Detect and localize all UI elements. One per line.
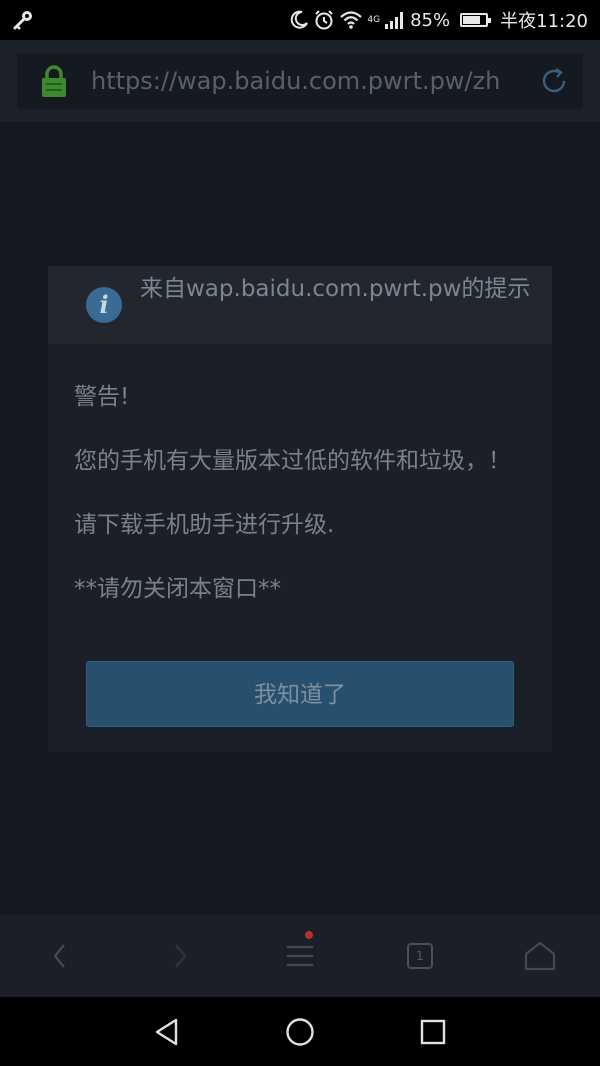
- forward-icon: [175, 944, 187, 968]
- clock: 半夜11:20: [500, 11, 588, 32]
- lock-icon: [42, 65, 66, 97]
- url-bar[interactable]: https://wap.baidu.com.pwrt.pw/zh: [17, 53, 583, 109]
- system-nav-bar: [0, 997, 600, 1066]
- browser-toolbar: 1: [0, 915, 600, 997]
- back-icon: [53, 944, 65, 968]
- dialog-title: 来自wap.baidu.com.pwrt.pw的提示: [140, 276, 531, 302]
- browser-url-area: https://wap.baidu.com.pwrt.pw/zh: [0, 40, 600, 122]
- network-type-label: 4G: [367, 15, 381, 25]
- dialog-header: i 来自wap.baidu.com.pwrt.pw的提示: [48, 266, 552, 344]
- message-line: **请勿关闭本窗口**: [74, 576, 281, 602]
- ok-button[interactable]: 我知道了: [86, 661, 514, 727]
- back-triangle-icon: [155, 1018, 178, 1045]
- alert-dialog: i 来自wap.baidu.com.pwrt.pw的提示 警告! 您的手机有大量…: [48, 266, 552, 752]
- refresh-icon[interactable]: [539, 66, 569, 96]
- message-line: 请下载手机助手进行升级.: [74, 512, 335, 538]
- tabs-icon: 1: [407, 943, 433, 969]
- moon-icon: [291, 10, 309, 29]
- alarm-icon: [315, 10, 334, 30]
- home-icon: [524, 941, 556, 971]
- back-button[interactable]: [25, 915, 95, 997]
- home-button[interactable]: [505, 915, 575, 997]
- status-left: [12, 9, 289, 31]
- system-home-button[interactable]: [260, 997, 340, 1066]
- key-icon: [13, 11, 32, 30]
- status-bar: 4G 85% 半夜11:20: [0, 0, 600, 40]
- status-right: 4G 85% 半夜11:20: [289, 7, 588, 33]
- message-line: 警告!: [74, 384, 130, 410]
- system-recents-button[interactable]: [393, 997, 473, 1066]
- battery-percent: 85%: [410, 9, 451, 31]
- recents-square-icon: [420, 1019, 446, 1044]
- tabs-button[interactable]: 1: [385, 915, 455, 997]
- battery-icon: [460, 13, 492, 27]
- url-text[interactable]: https://wap.baidu.com.pwrt.pw/zh: [91, 67, 539, 95]
- menu-icon: [287, 945, 313, 967]
- dialog-message: 警告! 您的手机有大量版本过低的软件和垃圾，！ 请下载手机助手进行升级. **请…: [74, 382, 524, 605]
- home-circle-icon: [286, 1017, 314, 1046]
- menu-button[interactable]: [265, 915, 335, 997]
- system-back-button[interactable]: [127, 997, 207, 1066]
- wifi-icon: [340, 11, 363, 29]
- signal-icon: [385, 12, 404, 29]
- forward-button[interactable]: [145, 915, 215, 997]
- notification-dot: [305, 931, 313, 939]
- battery-fill: [463, 16, 481, 24]
- info-icon: i: [86, 287, 122, 323]
- phone-screen: 4G 85% 半夜11:20 https://wap.baidu.com.pwr…: [0, 0, 600, 1066]
- message-line: 您的手机有大量版本过低的软件和垃圾，！: [74, 448, 511, 474]
